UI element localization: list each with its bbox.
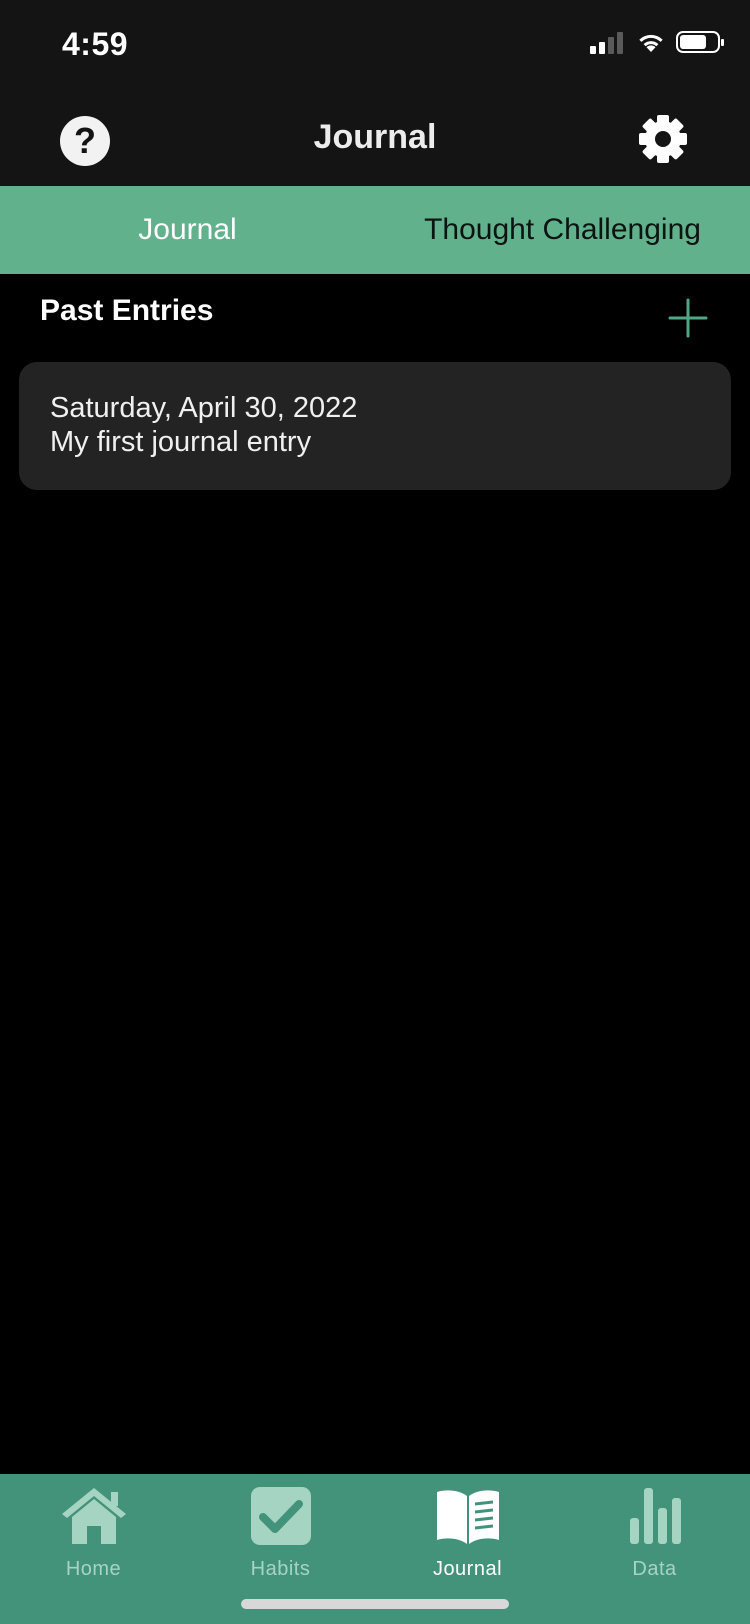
checkbox-icon (250, 1487, 311, 1545)
entry-date: Saturday, April 30, 2022 (50, 392, 358, 424)
home-indicator (241, 1599, 509, 1609)
section-title: Past Entries (40, 294, 214, 327)
status-time: 4:59 (62, 26, 129, 62)
bottom-tab-habits[interactable]: Habits (187, 1474, 374, 1594)
tab-journal[interactable]: Journal (0, 186, 375, 274)
bottom-tab-label: Home (65, 1558, 122, 1580)
house-icon (61, 1488, 126, 1544)
bottom-tab-label: Journal (432, 1558, 503, 1580)
bottom-tab-label: Habits (250, 1558, 311, 1580)
status-bar: 4:59 (0, 0, 750, 88)
bar-chart-icon (629, 1488, 681, 1544)
journal-entry-card[interactable]: Saturday, April 30, 2022 My first journa… (19, 362, 731, 490)
bottom-tab-label: Data (632, 1558, 677, 1580)
segment-tabs: Journal Thought Challenging (0, 186, 750, 274)
cellular-signal-icon (590, 30, 626, 54)
battery-icon (676, 31, 724, 53)
wifi-icon (639, 34, 663, 52)
plus-icon (668, 298, 708, 338)
open-book-icon (436, 1490, 499, 1544)
settings-button[interactable] (636, 112, 690, 166)
header: ? Journal (0, 88, 750, 186)
tab-thought-challenging[interactable]: Thought Challenging (375, 186, 750, 274)
status-icons (590, 30, 724, 54)
bottom-tab-journal[interactable]: Journal (374, 1474, 561, 1594)
bottom-tab-home[interactable]: Home (0, 1474, 187, 1594)
gear-icon (639, 115, 687, 163)
add-entry-button[interactable] (668, 298, 708, 338)
bottom-tab-data[interactable]: Data (561, 1474, 748, 1594)
entry-title: My first journal entry (50, 426, 312, 458)
